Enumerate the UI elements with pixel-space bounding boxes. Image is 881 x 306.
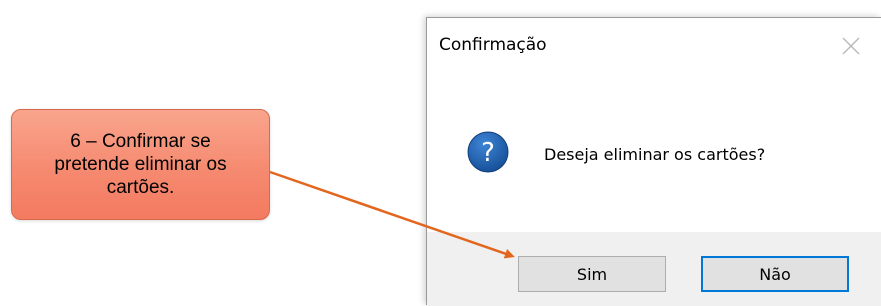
- question-icon: ?: [467, 131, 509, 173]
- confirmation-dialog: Confirmação ? Deseja eliminar os cartões: [426, 17, 881, 306]
- dialog-title: Confirmação: [439, 35, 547, 55]
- callout-text: 6 – Confirmar se pretende eliminar os ca…: [54, 131, 227, 198]
- no-button[interactable]: Não: [701, 256, 849, 292]
- dialog-message: Deseja eliminar os cartões?: [544, 145, 766, 164]
- yes-button[interactable]: Sim: [518, 256, 666, 292]
- svg-text:?: ?: [481, 138, 495, 168]
- dialog-content: ? Deseja eliminar os cartões?: [427, 80, 881, 232]
- annotation-callout: 6 – Confirmar se pretende eliminar os ca…: [11, 109, 270, 220]
- button-bar: Sim Não: [427, 232, 881, 306]
- title-bar: Confirmação: [427, 18, 881, 80]
- close-icon[interactable]: [841, 36, 861, 56]
